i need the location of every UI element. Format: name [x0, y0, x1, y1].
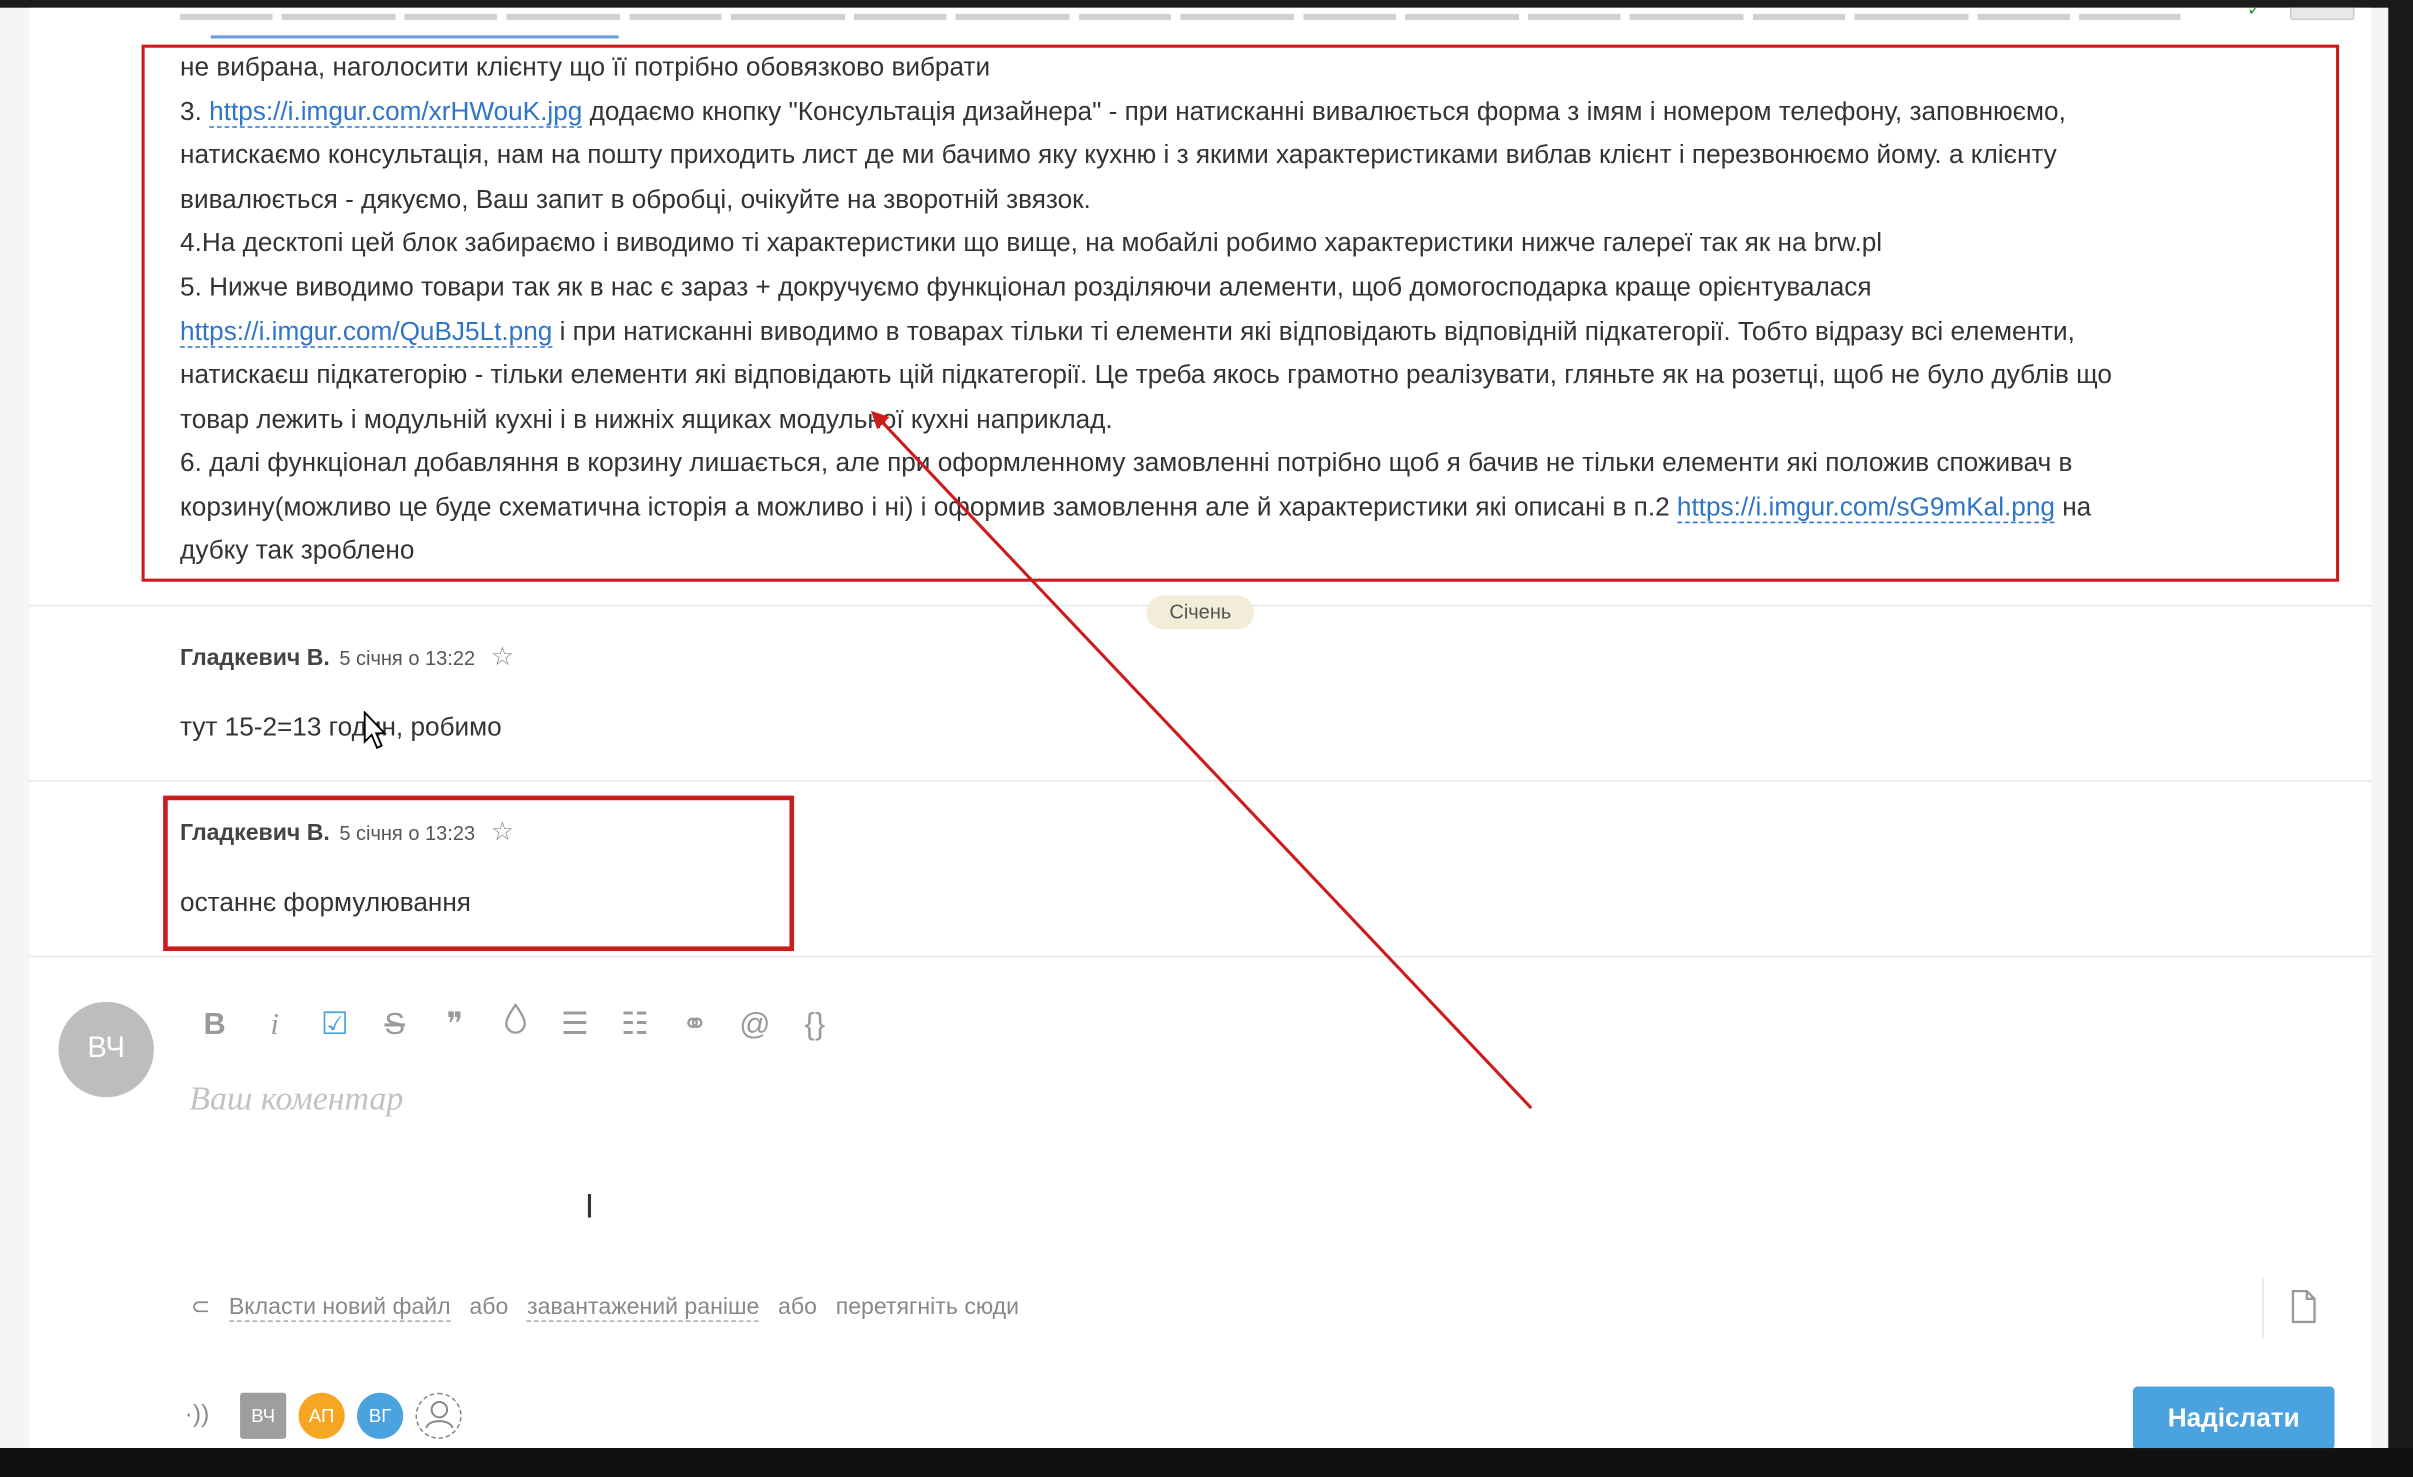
top-bar [0, 0, 2413, 8]
bottom-bar [0, 1448, 2413, 1477]
task-page: ✓ не вибрана, наголосити клієнту що її п… [0, 7, 2389, 1449]
scrollbar[interactable] [2388, 0, 2413, 1477]
annotation-arrow [871, 410, 1533, 1110]
screenshot-canvas: ✓ не вибрана, наголосити клієнту що її п… [0, 0, 2413, 1477]
